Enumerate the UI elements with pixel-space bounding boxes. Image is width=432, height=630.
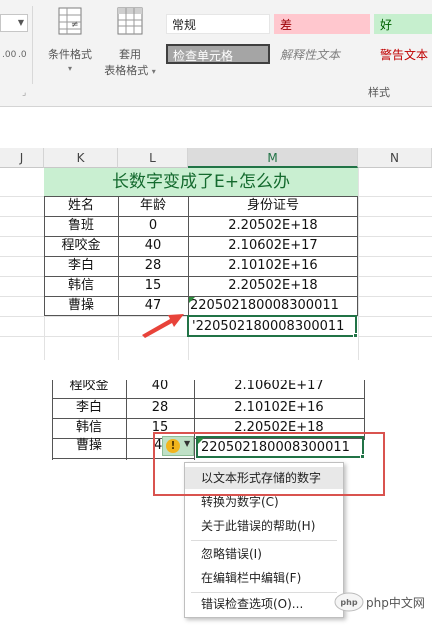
column-header-label: K (76, 151, 85, 165)
column-header-n[interactable]: N (358, 148, 432, 168)
title-banner-text: 长数字变成了E+怎么办 (112, 172, 290, 192)
cell-name[interactable]: 曹操 (52, 436, 126, 456)
table-format-label-2-text: 表格格式 (104, 64, 149, 77)
cell-age[interactable]: 40 (126, 380, 194, 396)
cell-name[interactable]: 曹操 (44, 296, 118, 316)
style-good[interactable]: 好 (374, 14, 432, 34)
conditional-format-label: 条件格式 (48, 48, 92, 61)
watermark-text: php中文网 (366, 596, 425, 610)
error-indicator-icon (189, 297, 195, 303)
svg-text:≠: ≠ (71, 20, 79, 30)
divider (0, 360, 432, 380)
menu-separator (191, 540, 337, 541)
fill-handle[interactable] (353, 333, 358, 338)
style-bad-label: 差 (280, 18, 293, 32)
style-good-label: 好 (380, 18, 393, 32)
cell-name[interactable]: 韩信 (44, 276, 118, 296)
header-name[interactable]: 姓名 (44, 196, 118, 216)
style-check-cell[interactable]: 检查单元格 (166, 44, 270, 64)
cell-age[interactable]: 28 (126, 398, 194, 418)
title-banner[interactable]: 长数字变成了E+怎么办 (44, 168, 358, 196)
conditional-format-button[interactable]: ≠ 条件格式 ▾ (40, 6, 100, 80)
cell-age[interactable]: 0 (118, 216, 188, 236)
column-header-j[interactable]: J (0, 148, 44, 168)
style-explanatory-label: 解释性文本 (280, 48, 341, 62)
increase-decimal-label: .00 (2, 50, 17, 60)
style-normal[interactable]: 常规 (166, 14, 270, 34)
chevron-down-icon: ▾ (151, 67, 156, 76)
table-format-icon (117, 7, 143, 35)
format-as-table-button[interactable]: 套用 表格格式 ▾ (100, 6, 160, 80)
number-group-launcher-icon[interactable]: ⌟ (22, 88, 26, 98)
increase-decimal-button[interactable]: .00 (2, 50, 16, 60)
svg-text:php: php (340, 598, 357, 607)
gridline (364, 380, 365, 440)
column-header-l[interactable]: L (118, 148, 188, 168)
ribbon-separator (32, 6, 33, 84)
ribbon: ▼ .00 .0 ⌟ ≠ 条件格式 ▾ 套用 表格格式 ▾ 常规 差 好 检查单… (0, 0, 432, 107)
column-header-k[interactable]: K (44, 148, 118, 168)
cell-name[interactable]: 鲁班 (44, 216, 118, 236)
cell-id[interactable]: 2.10602E+17 (188, 236, 358, 256)
chevron-down-icon: ▼ (17, 18, 24, 27)
column-header-m[interactable]: M (188, 148, 358, 168)
formula-bar-area (0, 107, 432, 148)
menu-item-edit-in-formula-bar[interactable]: 在编辑栏中编辑(F) (185, 567, 343, 589)
header-id[interactable]: 身份证号 (188, 196, 358, 216)
column-header-label: N (390, 151, 399, 165)
menu-item-ignore-error[interactable]: 忽略错误(I) (185, 543, 343, 565)
watermark: php php中文网 (334, 586, 428, 618)
highlight-box (153, 432, 385, 496)
decrease-decimal-button[interactable]: .0 (18, 50, 27, 60)
cell-id[interactable]: 2.10102E+16 (194, 398, 364, 418)
cell-id[interactable]: 220502180008300011 (188, 296, 358, 316)
cell-age[interactable]: 15 (118, 276, 188, 296)
cell-id[interactable]: 2.10102E+16 (188, 256, 358, 276)
column-header-label: M (267, 151, 278, 165)
table-format-label-1: 套用 (119, 48, 141, 61)
php-logo-icon: php (334, 592, 364, 612)
style-normal-label: 常规 (172, 18, 197, 32)
style-explanatory[interactable]: 解释性文本 (274, 44, 370, 64)
active-cell-value: '220502180008300011 (192, 319, 345, 334)
cell-age[interactable]: 40 (118, 236, 188, 256)
cell-id[interactable]: 2.20502E+18 (188, 276, 358, 296)
column-header-label: J (19, 151, 24, 165)
cell-styles-gallery: 常规 差 好 检查单元格 解释性文本 警告文本 (164, 12, 432, 72)
conditional-format-icon: ≠ (58, 7, 82, 35)
cell-name[interactable]: 程咬金 (52, 380, 126, 396)
style-check-cell-label: 检查单元格 (173, 49, 234, 63)
cell-name[interactable]: 程咬金 (44, 236, 118, 256)
cell-name[interactable]: 李白 (52, 398, 126, 418)
active-cell[interactable]: '220502180008300011 (187, 315, 357, 337)
table-format-label-2: 表格格式 ▾ (100, 62, 160, 78)
style-warning-label: 警告文本 (380, 48, 429, 62)
styles-group-label: 样式 (368, 86, 390, 99)
style-warning[interactable]: 警告文本 (374, 44, 432, 64)
cell-id[interactable]: 2.10602E+17 (194, 380, 364, 396)
sheet-top: J K L M N 长数字变成了E+怎么办 姓名 年龄 身份证号 鲁班 0 2.… (0, 148, 432, 360)
column-header-label: L (149, 151, 156, 165)
header-age[interactable]: 年龄 (118, 196, 188, 216)
menu-item-error-checking-options[interactable]: 错误检查选项(O)... (185, 593, 343, 615)
cell-name[interactable]: 韩信 (52, 418, 126, 438)
cell-id[interactable]: 2.20502E+18 (188, 216, 358, 236)
cell-name[interactable]: 李白 (44, 256, 118, 276)
chevron-down-icon: ▾ (67, 64, 72, 73)
menu-item-help-on-error[interactable]: 关于此错误的帮助(H) (185, 515, 343, 537)
number-format-dropdown[interactable]: ▼ (0, 14, 28, 32)
arrow-icon (142, 314, 184, 338)
decrease-decimal-label: .0 (18, 50, 27, 60)
cell-age[interactable]: 28 (118, 256, 188, 276)
style-bad[interactable]: 差 (274, 14, 370, 34)
